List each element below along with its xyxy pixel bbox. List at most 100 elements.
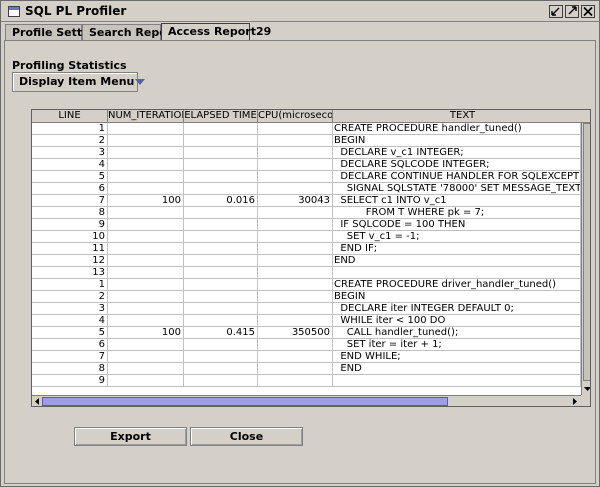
tab-label: Access Report29 <box>168 25 272 38</box>
table-row[interactable]: 8 END <box>32 363 581 375</box>
scroll-down-icon[interactable] <box>583 385 591 393</box>
close-button[interactable]: Close <box>190 427 303 446</box>
cell-text: END IF; <box>333 243 581 255</box>
table-row[interactable]: 1 CREATE PROCEDURE driver_handler_tuned() <box>32 279 581 291</box>
window-title: SQL PL Profiler <box>25 4 127 18</box>
tab-access-report[interactable]: Access Report29 <box>161 23 271 41</box>
cell-line: 2 <box>32 291 108 303</box>
cell-cpu <box>258 231 333 243</box>
cell-line: 12 <box>32 255 108 267</box>
table-row[interactable]: 13 <box>32 267 581 279</box>
cell-text: SET iter = iter + 1; <box>333 339 581 351</box>
table-row[interactable]: 4 WHILE iter < 100 DO <box>32 315 581 327</box>
table-row[interactable]: 5 100 0.415 350500 CALL handler_tuned(); <box>32 327 581 339</box>
table-row[interactable]: 3 DECLARE iter INTEGER DEFAULT 0; <box>32 303 581 315</box>
cell-cpu <box>258 183 333 195</box>
title-bar[interactable]: SQL PL Profiler <box>1 1 599 22</box>
table-row[interactable]: 6 SIGNAL SQLSTATE '78000' SET MESSAGE_TE… <box>32 183 581 195</box>
display-item-menu-button[interactable]: Display Item Menu <box>12 72 146 92</box>
column-header-cpu[interactable]: CPU(microseco... <box>258 110 333 123</box>
cell-elapsed-time <box>184 291 258 303</box>
cell-text <box>333 375 581 387</box>
column-header-elapsed-time[interactable]: ELAPSED TIME <box>184 110 258 123</box>
cell-elapsed-time <box>184 147 258 159</box>
cell-elapsed-time <box>184 255 258 267</box>
table-row[interactable]: 2 BEGIN <box>32 135 581 147</box>
cell-text: BEGIN <box>333 135 581 147</box>
cell-num-iteration <box>108 315 184 327</box>
cell-elapsed-time: 0.016 <box>184 195 258 207</box>
column-header-num-iteration[interactable]: NUM_ITERATION <box>108 110 184 123</box>
tab-search-report[interactable]: Search Report <box>82 24 177 41</box>
restore-icon[interactable] <box>549 5 563 18</box>
table-row[interactable]: 2 BEGIN <box>32 291 581 303</box>
cell-text: CREATE PROCEDURE handler_tuned() <box>333 123 581 135</box>
table-row[interactable]: 7 END WHILE; <box>32 351 581 363</box>
table-row[interactable]: 9 <box>32 375 581 387</box>
table-row[interactable]: 4 DECLARE SQLCODE INTEGER; <box>32 159 581 171</box>
tab-profile-setting[interactable]: Profile Setting <box>5 24 102 41</box>
cell-num-iteration <box>108 339 184 351</box>
cell-num-iteration <box>108 363 184 375</box>
table-row[interactable]: 1 CREATE PROCEDURE handler_tuned() <box>32 123 581 135</box>
cell-line: 4 <box>32 315 108 327</box>
cell-line: 3 <box>32 303 108 315</box>
cell-num-iteration: 100 <box>108 327 184 339</box>
table-row[interactable]: 5 DECLARE CONTINUE HANDLER FOR SQLEXCEPT… <box>32 171 581 183</box>
cell-num-iteration <box>108 171 184 183</box>
scroll-left-icon[interactable] <box>33 397 41 406</box>
table-row[interactable]: 8 FROM T WHERE pk = 7; <box>32 207 581 219</box>
cell-line: 4 <box>32 159 108 171</box>
horizontal-scrollbar[interactable] <box>32 395 581 406</box>
scroll-right-icon[interactable] <box>571 397 579 406</box>
cell-elapsed-time <box>184 315 258 327</box>
cell-num-iteration <box>108 135 184 147</box>
close-icon[interactable] <box>581 5 595 18</box>
cell-cpu <box>258 315 333 327</box>
cell-cpu <box>258 207 333 219</box>
column-header-text[interactable]: TEXT <box>333 110 590 123</box>
cell-line: 5 <box>32 327 108 339</box>
vertical-scrollbar[interactable] <box>581 123 591 395</box>
table-row[interactable]: 10 SET v_c1 = -1; <box>32 231 581 243</box>
cell-elapsed-time <box>184 363 258 375</box>
window-icon <box>8 6 20 17</box>
column-header-line[interactable]: LINE <box>32 110 108 123</box>
statistics-table: LINE NUM_ITERATION ELAPSED TIME CPU(micr… <box>31 109 591 407</box>
maximize-icon[interactable] <box>565 5 579 18</box>
cell-cpu <box>258 135 333 147</box>
cell-cpu <box>258 219 333 231</box>
table-row[interactable]: 11 END IF; <box>32 243 581 255</box>
table-row[interactable]: 7 100 0.016 30043 SELECT c1 INTO v_c1 <box>32 195 581 207</box>
cell-cpu <box>258 279 333 291</box>
scrollbar-corner <box>581 395 590 406</box>
cell-text: CALL handler_tuned(); <box>333 327 581 339</box>
cell-num-iteration <box>108 231 184 243</box>
table-row[interactable]: 9 IF SQLCODE = 100 THEN <box>32 219 581 231</box>
cell-cpu <box>258 291 333 303</box>
cell-text: FROM T WHERE pk = 7; <box>333 207 581 219</box>
vertical-scroll-thumb[interactable] <box>583 123 590 381</box>
cell-cpu <box>258 255 333 267</box>
table-row[interactable]: 3 DECLARE v_c1 INTEGER; <box>32 147 581 159</box>
cell-cpu <box>258 267 333 279</box>
cell-elapsed-time <box>184 231 258 243</box>
cell-elapsed-time <box>184 375 258 387</box>
table-row[interactable]: 6 SET iter = iter + 1; <box>32 339 581 351</box>
cell-cpu <box>258 171 333 183</box>
export-button[interactable]: Export <box>74 427 187 446</box>
cell-elapsed-time: 0.415 <box>184 327 258 339</box>
horizontal-scroll-thumb[interactable] <box>42 397 448 406</box>
cell-line: 11 <box>32 243 108 255</box>
cell-num-iteration <box>108 123 184 135</box>
table-row[interactable]: 12 END <box>32 255 581 267</box>
cell-num-iteration <box>108 267 184 279</box>
cell-line: 1 <box>32 123 108 135</box>
cell-cpu <box>258 123 333 135</box>
cell-cpu <box>258 243 333 255</box>
cell-text: CREATE PROCEDURE driver_handler_tuned() <box>333 279 581 291</box>
cell-num-iteration <box>108 219 184 231</box>
cell-line: 8 <box>32 207 108 219</box>
cell-num-iteration <box>108 375 184 387</box>
cell-text: WHILE iter < 100 DO <box>333 315 581 327</box>
